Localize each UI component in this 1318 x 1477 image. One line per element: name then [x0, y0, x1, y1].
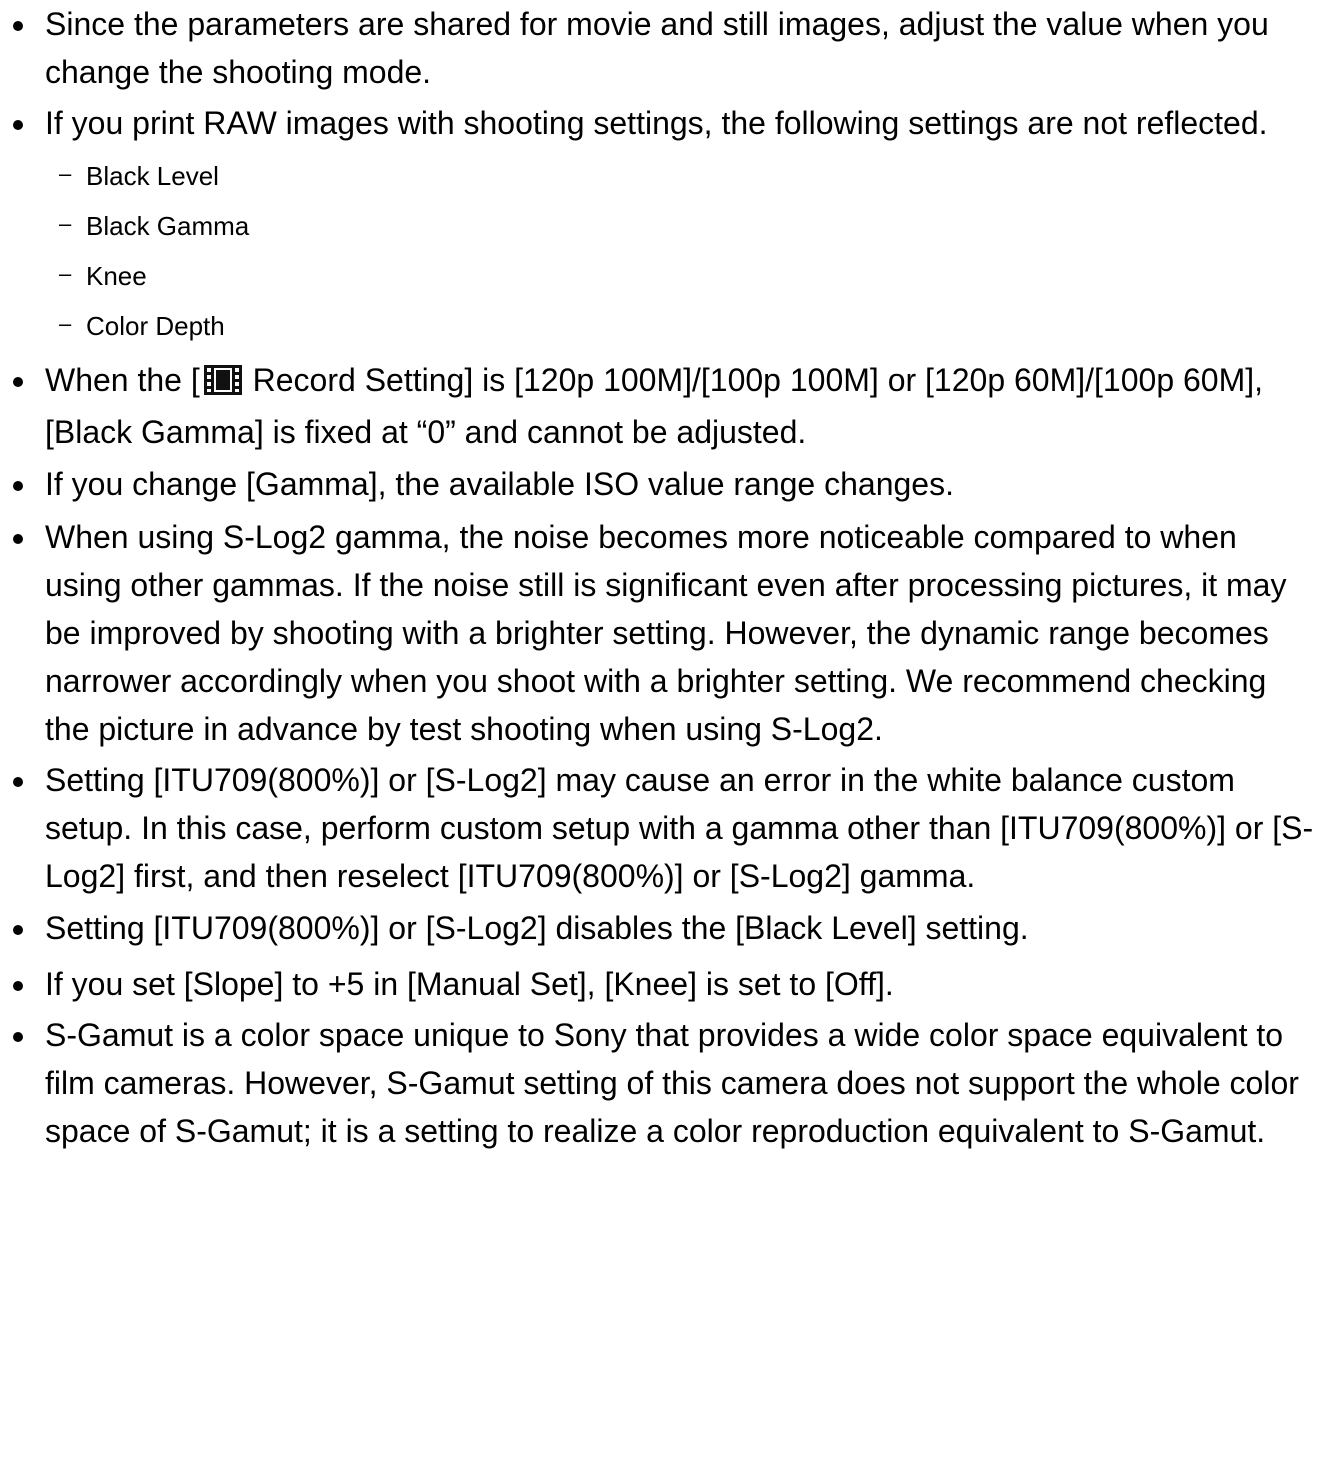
sub-item-text: Color Depth [86, 311, 225, 341]
dash-marker: – [59, 211, 72, 236]
note-item: If you print RAW images with shooting se… [0, 99, 1318, 353]
bullet-icon [13, 1032, 23, 1042]
note-text: Since the parameters are shared for movi… [45, 6, 1269, 90]
sub-item-text: Black Level [86, 161, 219, 191]
note-item: Setting [ITU709(800%)] or [S-Log2] disab… [0, 904, 1318, 952]
sub-list-item: – Knee [45, 251, 1314, 301]
dash-marker: – [59, 311, 72, 336]
note-text: If you print RAW images with shooting se… [45, 105, 1268, 141]
note-item: If you change [Gamma], the available ISO… [0, 460, 1318, 508]
bullet-icon [13, 534, 23, 544]
bullet-icon [13, 777, 23, 787]
note-text: When using S-Log2 gamma, the noise becom… [45, 519, 1287, 747]
dash-marker: – [59, 261, 72, 286]
bullet-icon [13, 21, 23, 31]
note-text: S-Gamut is a color space unique to Sony … [45, 1017, 1299, 1149]
note-item: S-Gamut is a color space unique to Sony … [0, 1011, 1318, 1155]
note-item: Since the parameters are shared for movi… [0, 0, 1318, 96]
sub-item-text: Black Gamma [86, 211, 250, 241]
dash-marker: – [59, 161, 72, 186]
sub-item-text: Knee [86, 261, 147, 291]
note-item: When using S-Log2 gamma, the noise becom… [0, 513, 1318, 753]
sub-list: – Black Level – Black Gamma – Knee – Col… [45, 147, 1314, 353]
bullet-icon [13, 481, 23, 491]
bullet-icon [13, 925, 23, 935]
note-item: If you set [Slope] to +5 in [Manual Set]… [0, 960, 1318, 1008]
bullet-icon [13, 120, 23, 130]
note-text-before-icon: When the [ [45, 362, 200, 398]
sub-list-item: – Black Level [45, 151, 1314, 201]
note-text: Setting [ITU709(800%)] or [S-Log2] disab… [45, 910, 1029, 946]
note-item: Setting [ITU709(800%)] or [S-Log2] may c… [0, 756, 1318, 900]
bullet-icon [13, 377, 23, 387]
note-text: If you change [Gamma], the available ISO… [45, 466, 954, 502]
movie-film-icon [203, 360, 242, 408]
note-item: When the [ Record Setting] is [120p 100M… [0, 356, 1318, 456]
note-text: Setting [ITU709(800%)] or [S-Log2] may c… [45, 762, 1314, 894]
note-text: If you set [Slope] to +5 in [Manual Set]… [45, 966, 894, 1002]
sub-list-item: – Color Depth [45, 301, 1314, 351]
sub-list-item: – Black Gamma [45, 201, 1314, 251]
notes-list: Since the parameters are shared for movi… [0, 0, 1318, 1155]
bullet-icon [13, 981, 23, 991]
